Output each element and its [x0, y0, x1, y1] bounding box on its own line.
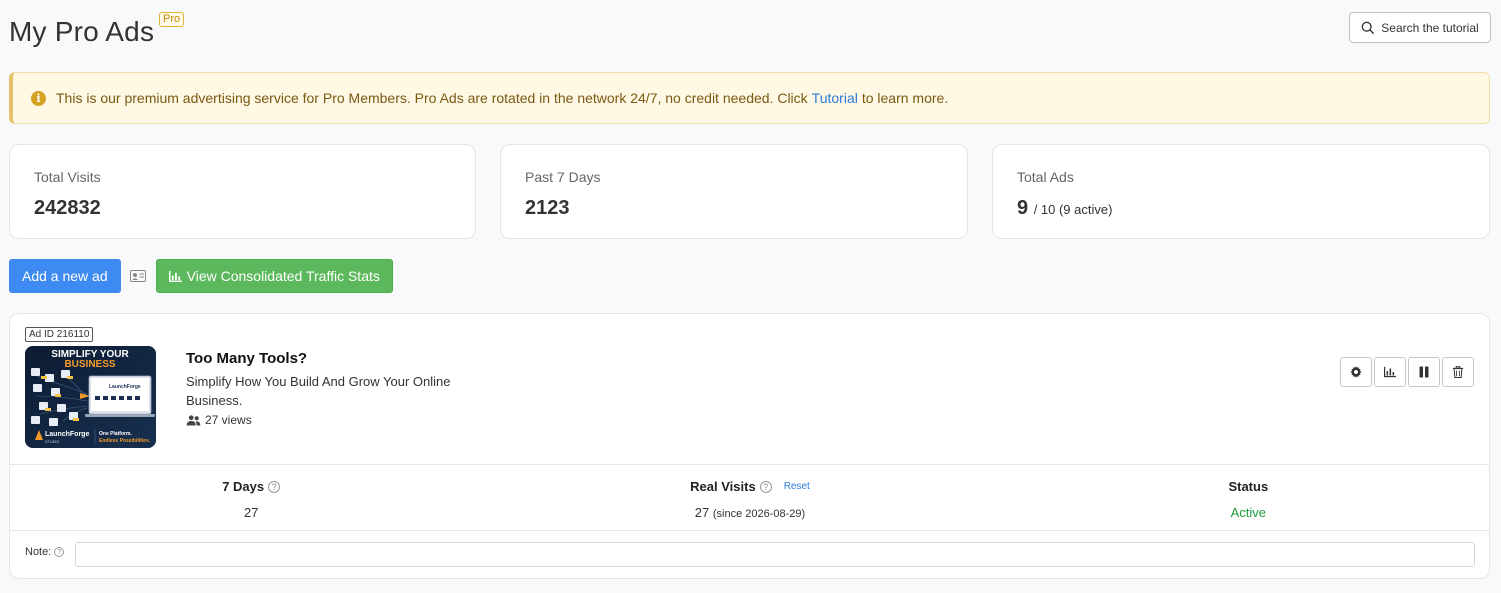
pause-button[interactable] — [1408, 357, 1440, 387]
thumb-brand: LaunchForge — [45, 431, 89, 438]
stat-label: Past 7 Days — [525, 169, 601, 185]
search-icon — [1361, 21, 1375, 34]
days-value: 27 — [243, 505, 259, 520]
settings-button[interactable] — [1340, 357, 1372, 387]
page-title: My Pro Ads — [9, 16, 155, 47]
reset-link[interactable]: Reset — [784, 481, 810, 492]
alert-text-after: to learn more. — [861, 90, 949, 106]
help-icon[interactable]: ? — [268, 480, 281, 493]
stat-value: 242832 — [34, 197, 101, 219]
search-tutorial-label: Search the tutorial — [1381, 20, 1479, 35]
thumb-brand-screen: LaunchForge — [109, 384, 141, 390]
stats-col-status: Status Active — [1008, 478, 1489, 520]
stat-card-total-ads: Total Ads 9 / 10 (9 active) — [992, 144, 1490, 239]
ad-stats-row: 7 Days ? 27 Real Visits ? Reset 27 (sinc… — [10, 478, 1489, 520]
ad-thumbnail[interactable]: SIMPLIFY YOUR BUSINESS LaunchForge Launc… — [25, 346, 156, 448]
stat-card-past-7-days: Past 7 Days 2123 — [500, 144, 968, 239]
ad-thumbnail-image: SIMPLIFY YOUR BUSINESS LaunchForge Launc… — [25, 346, 156, 448]
stat-value: 9 — [1017, 197, 1029, 219]
real-visits-since: (since 2026-08-29) — [712, 508, 806, 520]
info-icon: i — [31, 90, 46, 106]
bar-chart-icon — [168, 270, 182, 282]
action-bar: Add a new ad View Consolidated Traffic S… — [9, 259, 393, 293]
thumb-brand-sub: STUDIO — [45, 440, 59, 444]
days-label: 7 Days — [222, 479, 265, 494]
alert-text-before: This is our premium advertising service … — [56, 90, 808, 106]
divider — [10, 530, 1489, 531]
trash-icon — [1452, 366, 1464, 378]
delete-button[interactable] — [1442, 357, 1474, 387]
stats-col-7-days: 7 Days ? 27 — [10, 478, 492, 520]
add-new-ad-button[interactable]: Add a new ad — [9, 259, 121, 293]
thumb-tagline1: One Platform. — [99, 431, 132, 437]
note-input[interactable] — [75, 542, 1475, 567]
ad-views-count: 27 views — [205, 413, 252, 427]
real-visits-value: 27 — [694, 505, 710, 520]
page-header: My Pro Ads Pro Search the tutorial — [9, 12, 1491, 52]
status-label: Status — [1228, 479, 1269, 494]
stat-label: Total Ads — [1017, 169, 1074, 185]
real-visits-label: Real Visits — [690, 479, 756, 494]
id-card-icon[interactable] — [129, 270, 146, 282]
stat-value: 2123 — [525, 197, 570, 219]
note-label-wrap: Note: ? — [25, 546, 65, 558]
stats-col-real-visits: Real Visits ? Reset 27 (since 2026-08-29… — [492, 478, 1007, 520]
stat-card-total-visits: Total Visits 242832 — [9, 144, 476, 239]
tutorial-link[interactable]: Tutorial — [812, 90, 858, 106]
ad-action-buttons — [1340, 357, 1474, 387]
thumb-tagline2: Endless Possibilities. — [99, 438, 151, 444]
help-icon[interactable]: ? — [759, 480, 772, 493]
status-value: Active — [1230, 505, 1267, 520]
stats-button[interactable] — [1374, 357, 1406, 387]
col-head: Real Visits ? Reset — [690, 479, 810, 494]
ad-card: Ad ID 216110 SIMPLIFY YOUR BUSINESS Laun… — [9, 313, 1490, 579]
view-traffic-stats-button[interactable]: View Consolidated Traffic Stats — [155, 259, 393, 293]
users-icon — [186, 414, 201, 426]
thumb-headline2: BUSINESS — [64, 359, 115, 370]
pause-icon — [1419, 366, 1429, 378]
help-icon[interactable]: ? — [54, 547, 65, 557]
note-label: Note: — [25, 546, 52, 558]
ad-views: 27 views — [186, 413, 252, 427]
ad-description: Simplify How You Build And Grow Your Onl… — [186, 374, 451, 408]
gear-icon — [1350, 366, 1362, 378]
info-alert: i This is our premium advertising servic… — [9, 72, 1490, 124]
view-traffic-stats-label: View Consolidated Traffic Stats — [186, 268, 380, 284]
search-tutorial-button[interactable]: Search the tutorial — [1349, 12, 1491, 43]
col-head: 7 Days ? — [222, 479, 281, 494]
bar-chart-icon — [1384, 366, 1396, 378]
stat-label: Total Visits — [34, 169, 101, 185]
ad-id-tag: Ad ID 216110 — [25, 327, 94, 342]
pro-badge: Pro — [159, 12, 185, 27]
divider — [10, 464, 1489, 465]
stat-sub: / 10 (9 active) — [1033, 202, 1113, 217]
ad-title: Too Many Tools? — [186, 350, 308, 367]
real-visits-value-wrap: 27 (since 2026-08-29) — [492, 505, 1007, 520]
stat-value-wrap: 9 / 10 (9 active) — [1017, 197, 1465, 220]
